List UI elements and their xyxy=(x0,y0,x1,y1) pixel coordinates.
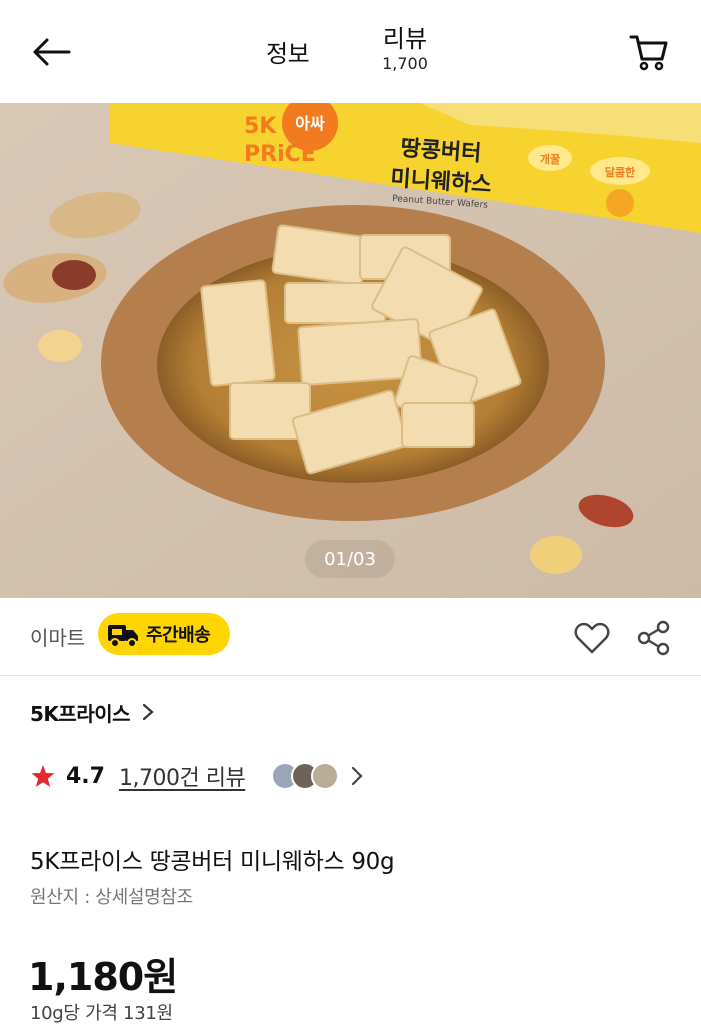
rating-score: 4.7 xyxy=(66,763,105,789)
top-navigation-bar: 정보 리뷰 1,700 xyxy=(0,0,701,103)
product-image[interactable]: 아싸 5K PRiCE 땅콩버터 미니웨하스 Peanut Butter Waf… xyxy=(0,103,701,598)
package-tag-3: 아싸 xyxy=(295,114,325,133)
avatar xyxy=(311,762,340,790)
product-price: 1,180원 xyxy=(28,955,178,999)
star-icon xyxy=(30,763,56,789)
heart-icon xyxy=(574,622,610,654)
weekly-delivery-label: 주간배송 xyxy=(146,625,211,646)
product-photo: 아싸 5K PRiCE 땅콩버터 미니웨하스 Peanut Butter Waf… xyxy=(0,103,701,598)
tab-review[interactable]: 리뷰 1,700 xyxy=(374,24,436,74)
origin-info: 원산지 : 상세설명참조 xyxy=(30,887,193,908)
weekly-delivery-badge[interactable]: 주간배송 xyxy=(98,613,230,655)
package-tag-1: 개꿀 xyxy=(540,152,560,166)
cart-icon xyxy=(629,35,668,71)
brand-link[interactable]: 5K프라이스 xyxy=(30,697,156,727)
seller-row: 이마트 주간배송 xyxy=(0,598,701,676)
tab-review-label: 리뷰 xyxy=(382,25,428,53)
rating-row: 4.7 1,700건 리뷰 xyxy=(30,757,365,795)
reviewer-avatars[interactable] xyxy=(271,762,340,790)
wishlist-button[interactable] xyxy=(572,618,612,658)
cart-button[interactable] xyxy=(624,30,674,74)
chevron-right-icon xyxy=(142,703,156,721)
package-brand-1: 5K xyxy=(244,114,277,139)
chevron-right-icon[interactable] xyxy=(351,766,365,786)
unit-price: 10g당 가격 131원 xyxy=(30,1003,173,1024)
package-brand-2: PRiCE xyxy=(244,142,316,167)
back-button[interactable] xyxy=(28,30,74,74)
svg-text:아싸: 아싸 xyxy=(295,114,325,133)
share-icon xyxy=(637,620,670,656)
image-pager: 01/03 xyxy=(305,540,395,578)
review-count-link[interactable]: 1,700건 리뷰 xyxy=(119,760,246,792)
share-button[interactable] xyxy=(634,618,674,658)
package-tag-2: 달콤한 xyxy=(605,165,635,179)
review-count: 1,700 xyxy=(382,54,428,73)
brand-name: 5K프라이스 xyxy=(30,701,131,726)
truck-icon xyxy=(106,619,140,649)
arrow-left-icon xyxy=(33,38,71,66)
product-title: 5K프라이스 땅콩버터 미니웨하스 90g xyxy=(30,849,395,875)
mart-label[interactable]: 이마트 xyxy=(30,622,85,651)
tab-info[interactable]: 정보 xyxy=(266,34,310,69)
